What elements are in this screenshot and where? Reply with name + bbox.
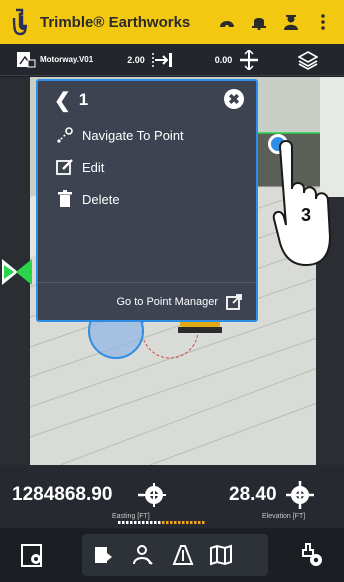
offset-value[interactable]: 2.00 [127, 55, 145, 65]
vertical-offset-icon[interactable] [238, 48, 260, 71]
progress-dot [154, 521, 157, 524]
edit-icon [56, 158, 74, 176]
progress-dot [174, 521, 177, 524]
machine-view-icon[interactable] [86, 538, 120, 572]
progress-dot [138, 521, 141, 524]
open-external-icon [226, 293, 242, 310]
progress-dot [194, 521, 197, 524]
menu-item-edit[interactable]: Edit [38, 151, 256, 183]
progress-dot [142, 521, 145, 524]
progress-dot [162, 521, 165, 524]
menu-item-label: Navigate To Point [82, 127, 184, 143]
progress-dot [166, 521, 169, 524]
easting-target-icon[interactable] [138, 483, 166, 507]
operator-icon[interactable] [282, 13, 300, 31]
settings-gear-icon[interactable] [16, 538, 50, 572]
progress-dot [158, 521, 161, 524]
menu-item-label: Delete [82, 191, 120, 207]
more-options-icon[interactable] [314, 13, 332, 31]
step-number-badge: 3 [301, 205, 312, 225]
menu-item-delete[interactable]: Delete [38, 183, 256, 215]
app-title: Trimble® Earthworks [40, 13, 191, 31]
close-icon[interactable]: ✖ [224, 89, 244, 109]
progress-dot [146, 521, 149, 524]
easting-value: 1284868.90 [12, 484, 113, 505]
horizontal-offset-icon[interactable] [151, 51, 175, 69]
progress-dot [118, 521, 121, 524]
vertical-offset-value[interactable]: 0.00 [215, 55, 233, 65]
progress-dot [198, 521, 201, 524]
menu-item-navigate-to-point[interactable]: Navigate To Point [38, 119, 256, 151]
progress-dot [202, 521, 205, 524]
layers-icon[interactable] [297, 50, 319, 70]
footer-label: Go to Point Manager [116, 295, 218, 308]
elevation-label: Elevation [FT] [262, 513, 306, 520]
design-file-icon[interactable] [16, 50, 36, 70]
app-header: Trimble® Earthworks [0, 0, 344, 44]
navigate-point-icon [56, 126, 74, 144]
trash-icon [56, 190, 74, 208]
progress-dot [182, 521, 185, 524]
notification-bell-icon[interactable] [250, 13, 268, 31]
map-view-icon[interactable] [204, 538, 238, 572]
easting-label: Easting [FT] [112, 513, 150, 520]
progress-dot [190, 521, 193, 524]
progress-dot [170, 521, 173, 524]
road-view-icon[interactable] [166, 538, 200, 572]
connection-icon[interactable] [218, 13, 236, 31]
popup-title: 1 [78, 90, 89, 109]
design-name[interactable]: Motorway.V01 [40, 55, 93, 64]
machine-settings-icon[interactable] [296, 538, 330, 572]
progress-dot [126, 521, 129, 524]
user-location-icon[interactable] [126, 538, 160, 572]
go-to-point-manager-button[interactable]: Go to Point Manager [38, 282, 256, 320]
progress-dot [122, 521, 125, 524]
progress-dot [134, 521, 137, 524]
bottom-toolbar [0, 528, 344, 582]
progress-dot [186, 521, 189, 524]
progress-dot [178, 521, 181, 524]
position-readout: 1284868.90 Easting [FT] 28.40 Elevation … [0, 465, 344, 528]
tap-gesture-hand-icon [272, 139, 336, 267]
design-info-bar: Motorway.V01 2.00 0.00 [0, 44, 344, 76]
machine-direction-indicator [2, 257, 32, 287]
progress-dot [130, 521, 133, 524]
trimble-logo-icon [0, 0, 38, 44]
elevation-value: 28.40 [229, 484, 277, 505]
point-context-menu: ❮ 1 ✖ Navigate To Point Edit Delete Go t… [36, 79, 258, 322]
elevation-target-icon[interactable] [286, 481, 314, 509]
progress-dot [150, 521, 153, 524]
menu-item-label: Edit [82, 159, 105, 175]
easting-progress-bar [118, 521, 205, 524]
back-chevron-icon[interactable]: ❮ [54, 88, 71, 113]
